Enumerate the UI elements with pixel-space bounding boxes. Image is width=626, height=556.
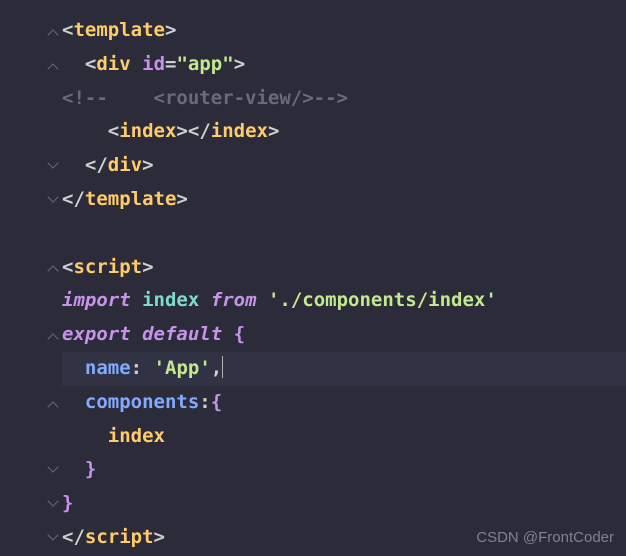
cursor bbox=[222, 356, 223, 378]
fold-close-icon[interactable] bbox=[48, 465, 58, 475]
code-line: components:{ bbox=[62, 386, 626, 420]
fold-open-icon[interactable] bbox=[48, 330, 58, 340]
fold-open-icon[interactable] bbox=[48, 262, 58, 272]
watermark: CSDN @FrontCoder bbox=[476, 529, 614, 546]
code-editor: <template> <div id="app"> <!-- <router-v… bbox=[0, 0, 626, 556]
code-line: <script> bbox=[62, 251, 626, 285]
code-line: <template> bbox=[62, 14, 626, 48]
fold-open-icon[interactable] bbox=[48, 398, 58, 408]
code-line: </template> bbox=[62, 183, 626, 217]
code-line bbox=[62, 217, 626, 251]
gutter bbox=[0, 0, 62, 556]
code-line: <!-- <router-view/>--> bbox=[62, 82, 626, 116]
code-line: } bbox=[62, 453, 626, 487]
fold-close-icon[interactable] bbox=[48, 161, 58, 171]
code-line: </div> bbox=[62, 149, 626, 183]
code-area[interactable]: <template> <div id="app"> <!-- <router-v… bbox=[62, 0, 626, 556]
code-line: import index from './components/index' bbox=[62, 284, 626, 318]
code-line: index bbox=[62, 420, 626, 454]
code-line: } bbox=[62, 487, 626, 521]
fold-open-icon[interactable] bbox=[48, 60, 58, 70]
code-line: export default { bbox=[62, 318, 626, 352]
fold-close-icon[interactable] bbox=[48, 499, 58, 509]
fold-close-icon[interactable] bbox=[48, 195, 58, 205]
code-line: <index></index> bbox=[62, 115, 626, 149]
fold-open-icon[interactable] bbox=[48, 26, 58, 36]
fold-close-icon[interactable] bbox=[48, 533, 58, 543]
code-line: <div id="app"> bbox=[62, 48, 626, 82]
code-line: name: 'App', bbox=[62, 352, 626, 386]
